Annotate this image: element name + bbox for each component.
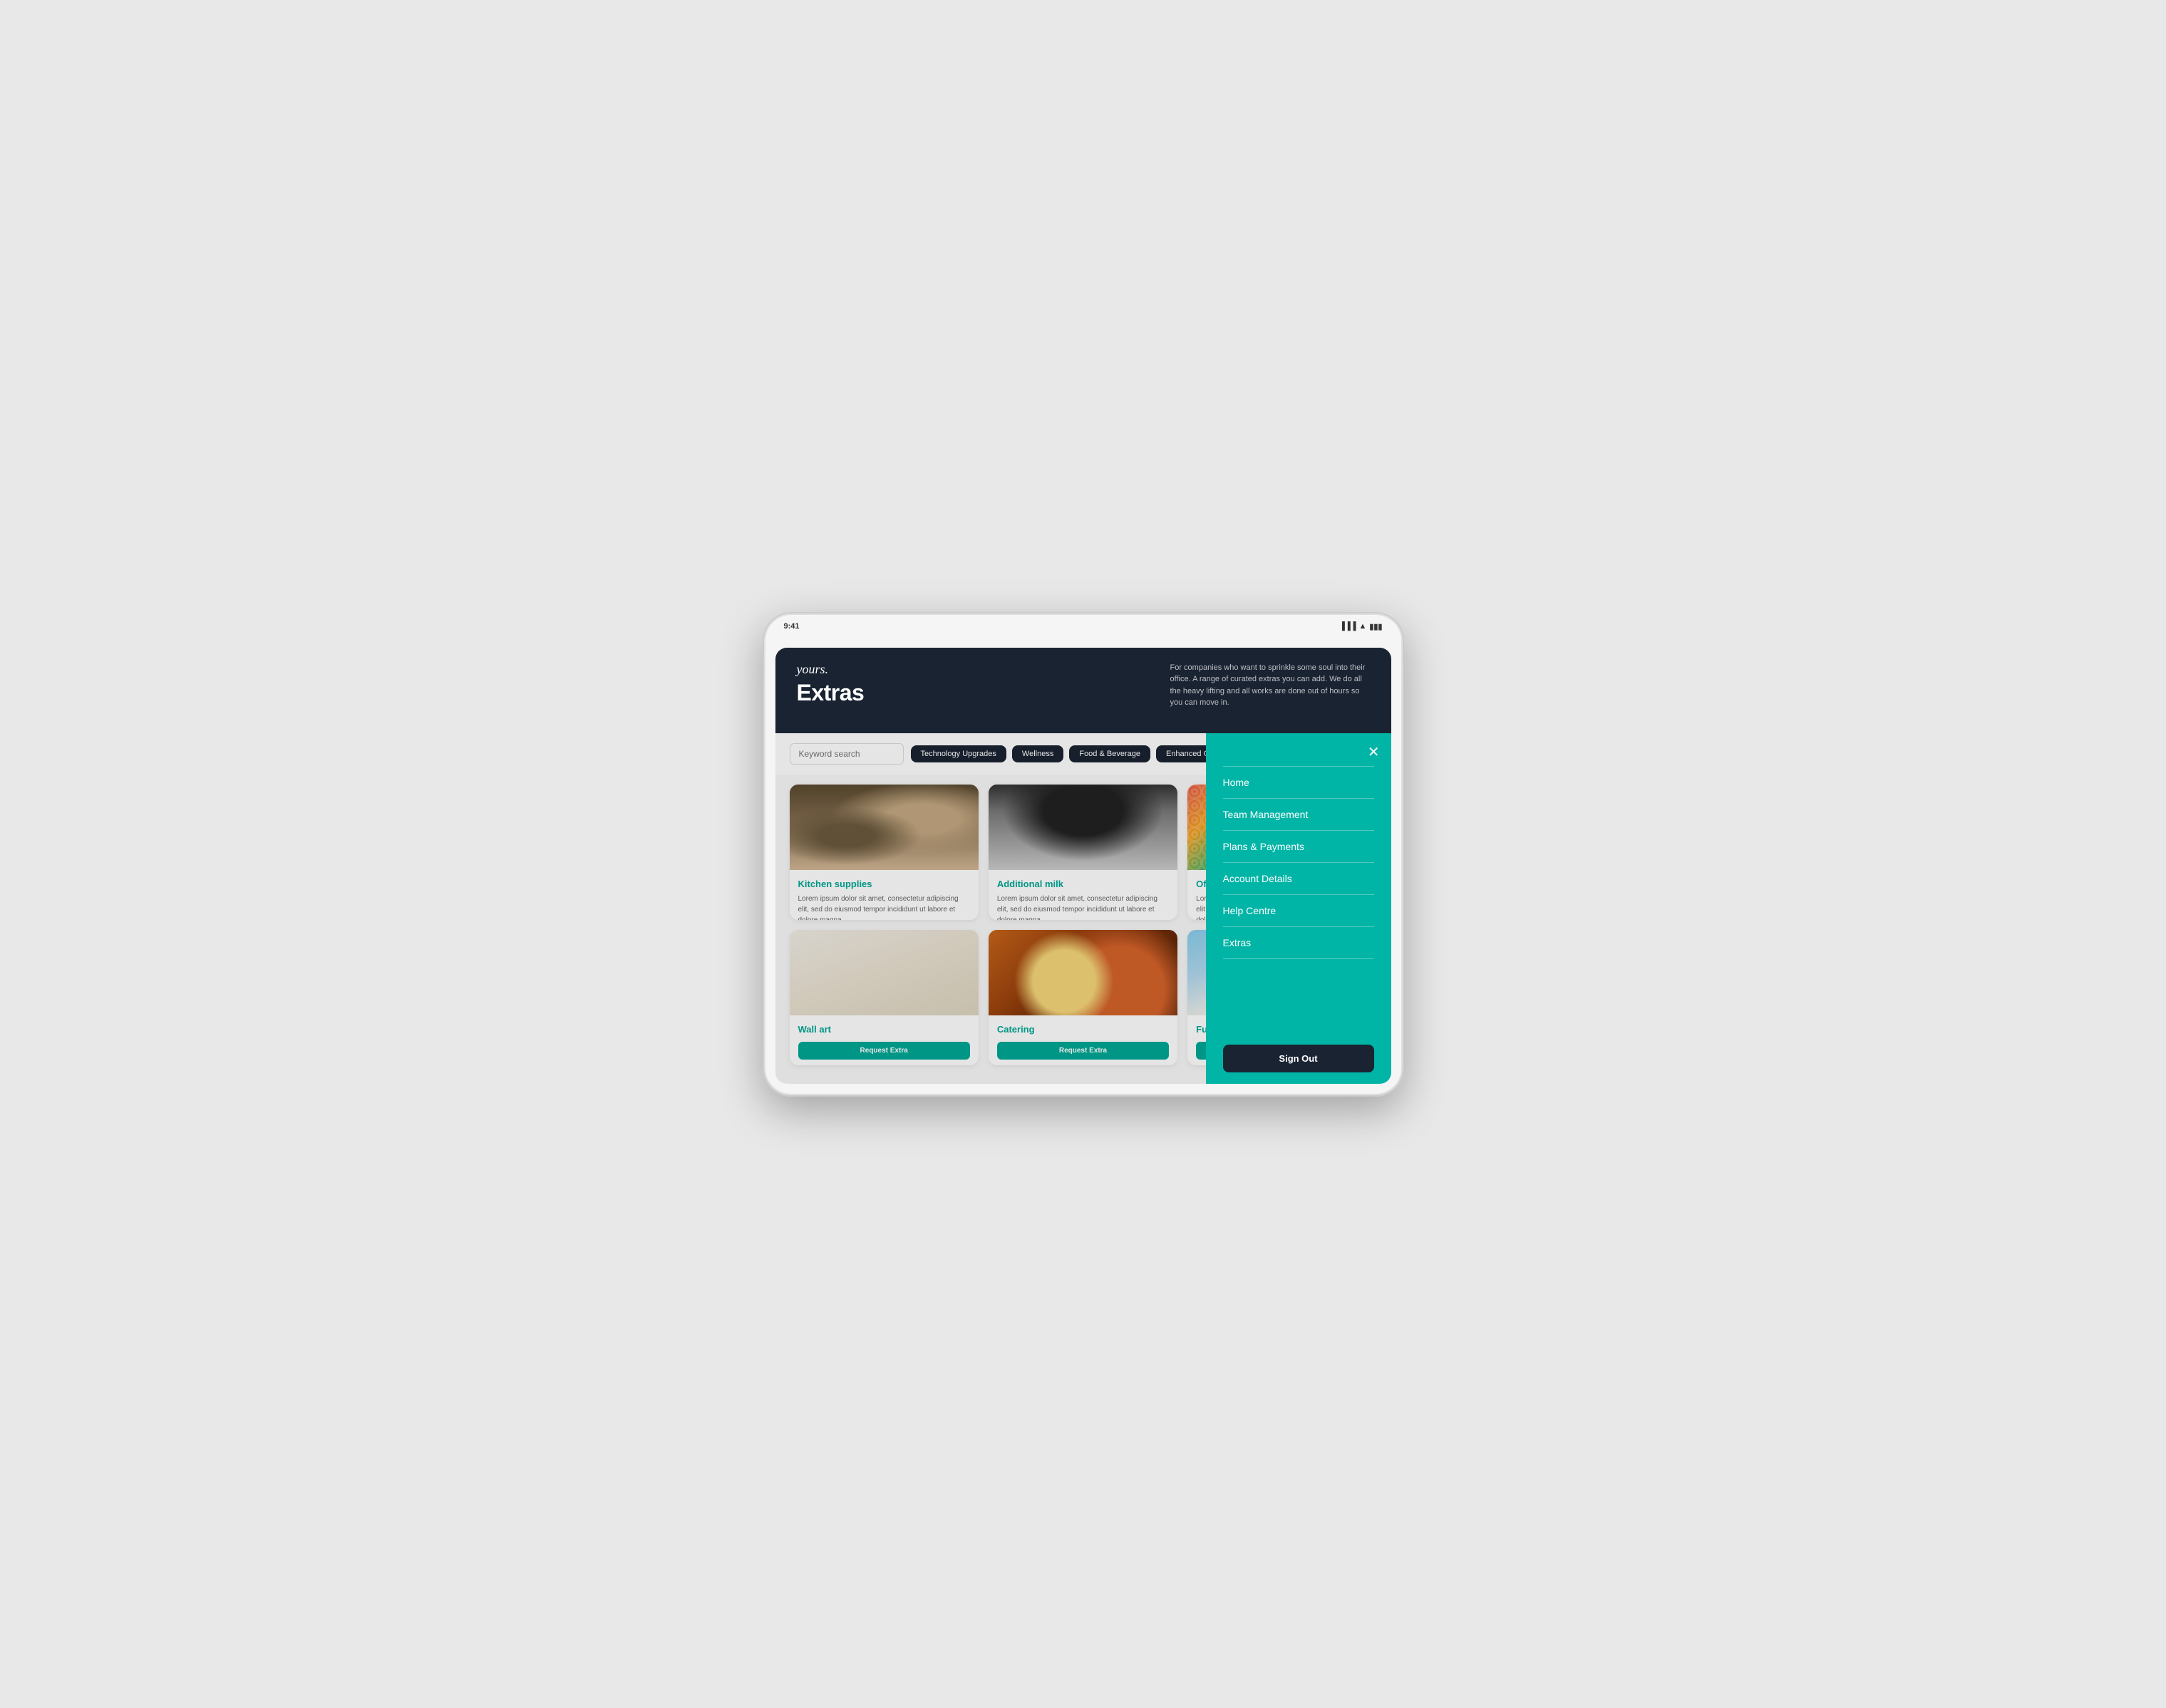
nav-item-team-management[interactable]: Team Management (1223, 799, 1374, 831)
page-title: Extras (797, 680, 865, 706)
close-icon[interactable]: ✕ (1368, 743, 1380, 761)
nav-item-home[interactable]: Home (1223, 766, 1374, 799)
battery-icon: ▮▮▮ (1369, 622, 1382, 631)
wifi-icon: ▲ (1358, 622, 1366, 631)
header-description: For companies who want to sprinkle some … (1170, 662, 1370, 709)
drawer-overlay (775, 733, 1206, 1084)
nav-item-extras[interactable]: Extras (1223, 927, 1374, 959)
signal-icon: ▐▐▐ (1339, 622, 1356, 631)
main-content: Technology Upgrades Wellness Food & Beve… (775, 733, 1391, 1084)
sign-out-button[interactable]: Sign Out (1223, 1045, 1374, 1072)
tablet-frame: 9:41 ▐▐▐ ▲ ▮▮▮ yours. Extras For compani… (763, 612, 1404, 1097)
side-drawer: ✕ Home Team Management Plans & Payments … (1206, 733, 1391, 1084)
nav-item-help-centre[interactable]: Help Centre (1223, 895, 1374, 927)
tablet-screen: yours. Extras For companies who want to … (775, 648, 1391, 1084)
nav-item-account-details[interactable]: Account Details (1223, 863, 1374, 895)
header-left: yours. Extras (797, 662, 865, 706)
status-icons: ▐▐▐ ▲ ▮▮▮ (1339, 622, 1382, 631)
drawer-nav: Home Team Management Plans & Payments Ac… (1223, 766, 1374, 1033)
nav-item-plans-payments[interactable]: Plans & Payments (1223, 831, 1374, 863)
status-bar: 9:41 ▐▐▐ ▲ ▮▮▮ (784, 622, 1383, 631)
app-header: yours. Extras For companies who want to … (775, 648, 1391, 733)
logo: yours. (797, 662, 865, 677)
time-display: 9:41 (784, 622, 800, 631)
